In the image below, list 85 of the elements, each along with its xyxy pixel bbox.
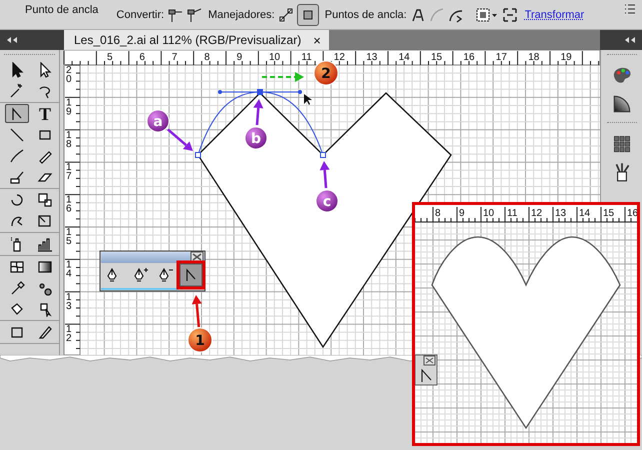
ruler-label: 15 xyxy=(603,208,614,219)
mesh-icon xyxy=(9,258,25,274)
gradient-icon xyxy=(37,258,53,274)
line-icon xyxy=(9,126,25,142)
collapse-icon[interactable] xyxy=(6,36,18,44)
ruler-label: 15 xyxy=(66,227,72,247)
step-badge: 1 xyxy=(188,328,212,352)
type-tool[interactable]: T xyxy=(33,104,57,123)
anchor-point[interactable] xyxy=(195,152,201,158)
ruler-label: 18 xyxy=(66,130,72,150)
ruler-label: 19 xyxy=(560,52,572,63)
corner-point-icon[interactable] xyxy=(167,6,184,22)
eyedropper-icon xyxy=(9,280,25,296)
ruler-label: 17 xyxy=(66,162,72,182)
tool-name-label: Punto de ancla xyxy=(25,4,98,16)
ruler-label: 13 xyxy=(555,208,566,219)
collapse-icon[interactable] xyxy=(624,36,636,44)
ruler-label: 13 xyxy=(366,52,378,63)
align-dropdown-icon[interactable] xyxy=(474,6,499,22)
pointer-arrow xyxy=(192,295,202,328)
bar-graph-icon xyxy=(37,236,53,252)
document-title: Les_016_2.ai al 112% (RGB/Previsualizar) xyxy=(74,33,302,47)
cursor-icon xyxy=(304,94,312,105)
pointer-arrow xyxy=(253,99,264,126)
ruler-label: 18 xyxy=(528,52,540,63)
scale-icon xyxy=(37,192,53,208)
menu-icon[interactable] xyxy=(624,2,636,14)
ruler-label: 20 xyxy=(66,65,72,85)
handles-label: Manejadores: xyxy=(208,8,275,20)
ruler-label: 9 xyxy=(459,208,465,219)
paint-bucket-icon xyxy=(9,300,25,316)
drag-arrow xyxy=(262,72,304,82)
ruler-label: 19 xyxy=(66,97,72,118)
transform-link[interactable]: Transformar xyxy=(524,8,584,20)
close-icon[interactable] xyxy=(190,252,204,262)
knife-icon xyxy=(37,324,53,340)
document-tab[interactable]: Les_016_2.ai al 112% (RGB/Previsualizar) × xyxy=(64,30,329,50)
letter-badge: b xyxy=(244,126,268,150)
convert-anchor-tool[interactable] xyxy=(5,104,29,123)
close-icon[interactable] xyxy=(424,356,436,366)
ruler-label: 6 xyxy=(139,52,145,63)
ruler-label: 14 xyxy=(398,52,410,63)
smooth-point-icon[interactable] xyxy=(186,6,202,22)
ruler-label: 13 xyxy=(66,292,72,312)
letter-badge: a xyxy=(146,110,170,132)
ruler-label: 9 xyxy=(236,52,242,63)
transform-icon[interactable] xyxy=(502,6,518,22)
step-badge: 2 xyxy=(314,60,338,86)
ruler-label: 10 xyxy=(269,52,280,63)
ruler-label: 12 xyxy=(66,324,72,344)
letter-badge: c xyxy=(316,190,338,212)
ruler-label: 7 xyxy=(172,52,178,63)
square-handle-icon[interactable] xyxy=(296,4,319,26)
convert-anchor-tool[interactable] xyxy=(176,260,206,290)
ruler-label: 10 xyxy=(483,208,494,219)
ruler-label: 16 xyxy=(463,52,475,63)
free-transform-icon xyxy=(37,212,53,228)
angle-icon[interactable] xyxy=(422,368,432,382)
tab-close-button[interactable]: × xyxy=(313,32,321,48)
handle-point[interactable] xyxy=(218,90,222,94)
delete-anchor-tool[interactable] xyxy=(159,268,174,282)
ruler-label: 8 xyxy=(435,208,441,219)
handle-line-icon[interactable] xyxy=(278,6,294,22)
ruler-label: 8 xyxy=(204,52,210,63)
brush-icon xyxy=(9,148,25,164)
ruler-label: 12 xyxy=(531,208,542,219)
ruler-label: 11 xyxy=(507,208,518,219)
pointer-arrow xyxy=(167,128,193,151)
rotate-icon xyxy=(9,192,25,208)
pen-tool[interactable] xyxy=(107,268,117,282)
ruler-label: 14 xyxy=(579,208,590,219)
add-anchor-tool[interactable] xyxy=(134,267,149,282)
ruler-label: 5 xyxy=(107,52,113,63)
anchor-point[interactable] xyxy=(320,152,326,158)
handle-point[interactable] xyxy=(298,90,302,94)
ruler-label: 11 xyxy=(301,52,312,63)
ruler-label: 16 xyxy=(66,194,72,215)
ruler-label: 17 xyxy=(496,52,507,63)
convert-label: Convertir: xyxy=(116,8,164,20)
pointer-arrow xyxy=(320,161,330,188)
ruler-label: 15 xyxy=(431,52,442,63)
wand-icon xyxy=(9,82,25,98)
ruler-label: 14 xyxy=(66,259,72,280)
ruler-label: 12 xyxy=(334,52,345,63)
anchors-label: Puntos de ancla: xyxy=(324,8,407,20)
